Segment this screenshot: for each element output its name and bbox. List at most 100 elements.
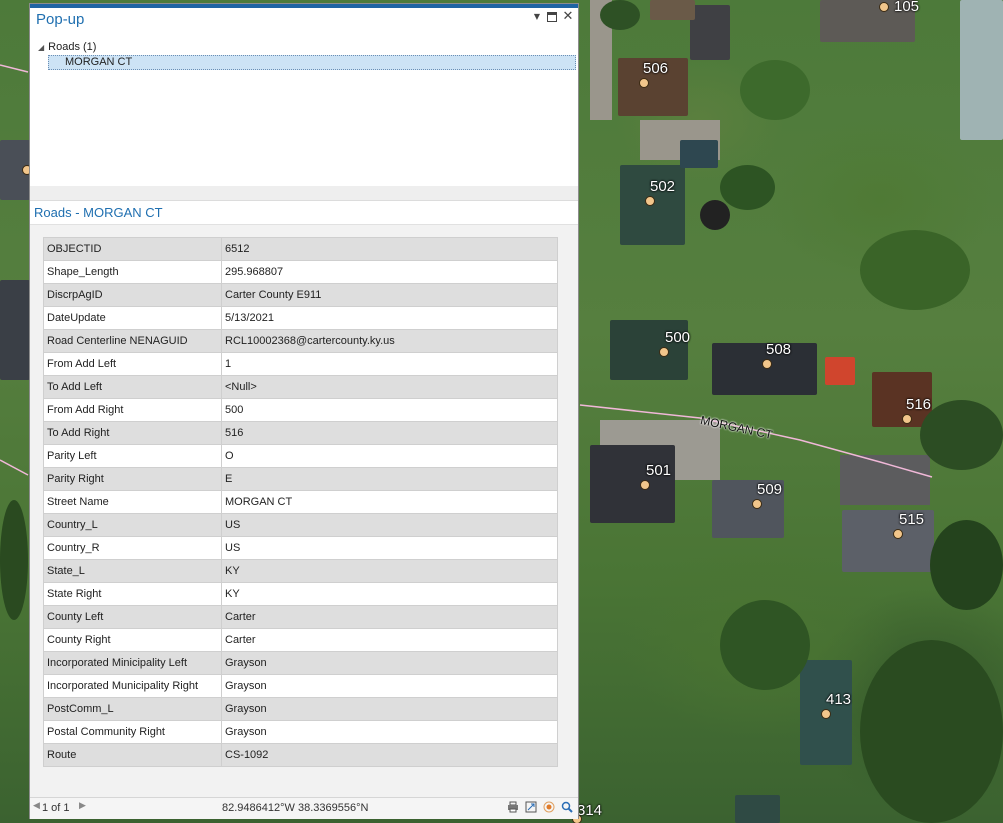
attribute-row: Postal Community Right Grayson xyxy=(43,720,558,744)
attribute-field: Parity Left xyxy=(43,444,222,468)
export-icon[interactable] xyxy=(524,801,538,815)
zoom-to-icon[interactable] xyxy=(560,801,574,815)
attribute-table: OBJECTID 6512 Shape_Length 295.968807 Discrp… xyxy=(43,237,558,767)
attribute-value[interactable]: RCL10002368@cartercounty.ky.us xyxy=(221,329,558,353)
address-point[interactable] xyxy=(893,529,903,539)
attribute-row: Parity Left O xyxy=(43,444,558,468)
address-point[interactable] xyxy=(640,480,650,490)
attribute-row: State_L KY xyxy=(43,559,558,583)
attribute-row: Street Name MORGAN CT xyxy=(43,490,558,514)
address-label: 500 xyxy=(665,329,691,346)
restore-icon[interactable] xyxy=(545,9,559,25)
address-label: 509 xyxy=(757,481,783,498)
coordinate-readout: 82.9486412°W 38.3369556°N xyxy=(222,802,369,814)
attribute-row: From Add Left 1 xyxy=(43,352,558,376)
chevron-down-icon[interactable]: ▼ xyxy=(530,9,544,25)
attribute-value[interactable]: 516 xyxy=(221,421,558,445)
address-point[interactable] xyxy=(645,196,655,206)
address-label: 105 xyxy=(894,0,920,15)
attribute-value[interactable]: Carter County E911 xyxy=(221,283,558,307)
attribute-value[interactable]: Grayson xyxy=(221,697,558,721)
attribute-field: To Add Left xyxy=(43,375,222,399)
attribute-row: From Add Right 500 xyxy=(43,398,558,422)
attribute-row: Road Centerline NENAGUID RCL10002368@cart… xyxy=(43,329,558,353)
address-label: 314 xyxy=(577,802,603,819)
address-point[interactable] xyxy=(659,347,669,357)
attribute-value[interactable]: US xyxy=(221,536,558,560)
attribute-value[interactable]: MORGAN CT xyxy=(221,490,558,514)
attribute-value[interactable]: <Null> xyxy=(221,375,558,399)
attribute-field: Incorporated Minicipality Left xyxy=(43,651,222,675)
pane-splitter[interactable] xyxy=(30,186,578,201)
attribute-field: State Right xyxy=(43,582,222,606)
attribute-field: OBJECTID xyxy=(43,237,222,261)
attribute-row: County Right Carter xyxy=(43,628,558,652)
address-point[interactable] xyxy=(639,78,649,88)
attribute-row: Route CS-1092 xyxy=(43,743,558,767)
attribute-row: Parity Right E xyxy=(43,467,558,491)
address-label: 413 xyxy=(826,691,852,708)
address-point[interactable] xyxy=(752,499,762,509)
attribute-field: County Right xyxy=(43,628,222,652)
attribute-row: To Add Left <Null> xyxy=(43,375,558,399)
pane-title: Pop-up xyxy=(36,11,85,28)
attribute-value[interactable]: 5/13/2021 xyxy=(221,306,558,330)
attribute-field: County Left xyxy=(43,605,222,629)
address-point[interactable] xyxy=(762,359,772,369)
attribute-value[interactable]: Carter xyxy=(221,628,558,652)
attribute-row: OBJECTID 6512 xyxy=(43,237,558,261)
attribute-field: Parity Right xyxy=(43,467,222,491)
attribute-field: State_L xyxy=(43,559,222,583)
attribute-row: Shape_Length 295.968807 xyxy=(43,260,558,284)
address-label: 515 xyxy=(899,511,925,528)
address-label: 508 xyxy=(766,341,792,358)
attribute-field: Postal Community Right xyxy=(43,720,222,744)
popup-footer: ◀ 1 of 1 ▶ 82.9486412°W 38.3369556°N xyxy=(30,797,578,819)
tree-item-selected[interactable]: MORGAN CT xyxy=(48,55,576,70)
attribute-row: County Left Carter xyxy=(43,605,558,629)
address-point[interactable] xyxy=(879,2,889,12)
pane-accent-bar xyxy=(30,4,578,8)
attribute-field: To Add Right xyxy=(43,421,222,445)
close-icon[interactable]: ✕ xyxy=(561,9,575,25)
address-point[interactable] xyxy=(902,414,912,424)
expand-triangle-icon[interactable]: ◢ xyxy=(38,43,44,52)
next-icon[interactable]: ▶ xyxy=(79,801,86,811)
attribute-value[interactable]: 295.968807 xyxy=(221,260,558,284)
tree-group-roads[interactable]: ◢ Roads (1) xyxy=(38,41,96,53)
attribute-value[interactable]: E xyxy=(221,467,558,491)
address-label: 502 xyxy=(650,178,676,195)
popup-pane: Pop-up ▼ ✕ ◢ Roads (1) MORGAN CT Roads - … xyxy=(29,3,579,819)
flash-icon[interactable] xyxy=(542,801,556,815)
attribute-row: State Right KY xyxy=(43,582,558,606)
attribute-value[interactable]: 1 xyxy=(221,352,558,376)
feature-tree: ◢ Roads (1) MORGAN CT xyxy=(30,34,578,186)
attribute-field: Country_R xyxy=(43,536,222,560)
attribute-field: From Add Right xyxy=(43,398,222,422)
previous-icon[interactable]: ◀ xyxy=(33,801,40,811)
attribute-value[interactable]: Grayson xyxy=(221,720,558,744)
print-icon[interactable] xyxy=(506,801,520,815)
page-counter: 1 of 1 xyxy=(42,802,70,814)
address-label: 501 xyxy=(646,462,672,479)
attribute-value[interactable]: 6512 xyxy=(221,237,558,261)
attribute-value[interactable]: 500 xyxy=(221,398,558,422)
attribute-field: Shape_Length xyxy=(43,260,222,284)
attribute-value[interactable]: US xyxy=(221,513,558,537)
attribute-field: Country_L xyxy=(43,513,222,537)
attribute-value[interactable]: CS-1092 xyxy=(221,743,558,767)
attribute-value[interactable]: O xyxy=(221,444,558,468)
attribute-value[interactable]: KY xyxy=(221,582,558,606)
attribute-value[interactable]: Carter xyxy=(221,605,558,629)
attribute-value[interactable]: KY xyxy=(221,559,558,583)
attribute-field: DateUpdate xyxy=(43,306,222,330)
attribute-row: Incorporated Minicipality Left Grayson xyxy=(43,651,558,675)
attribute-value[interactable]: Grayson xyxy=(221,674,558,698)
attribute-row: DiscrpAgID Carter County E911 xyxy=(43,283,558,307)
attribute-panel: OBJECTID 6512 Shape_Length 295.968807 Discrp… xyxy=(30,225,578,797)
attribute-value[interactable]: Grayson xyxy=(221,651,558,675)
address-point[interactable] xyxy=(821,709,831,719)
address-label: 506 xyxy=(643,60,669,77)
attribute-row: PostComm_L Grayson xyxy=(43,697,558,721)
attribute-field: Incorporated Municipality Right xyxy=(43,674,222,698)
